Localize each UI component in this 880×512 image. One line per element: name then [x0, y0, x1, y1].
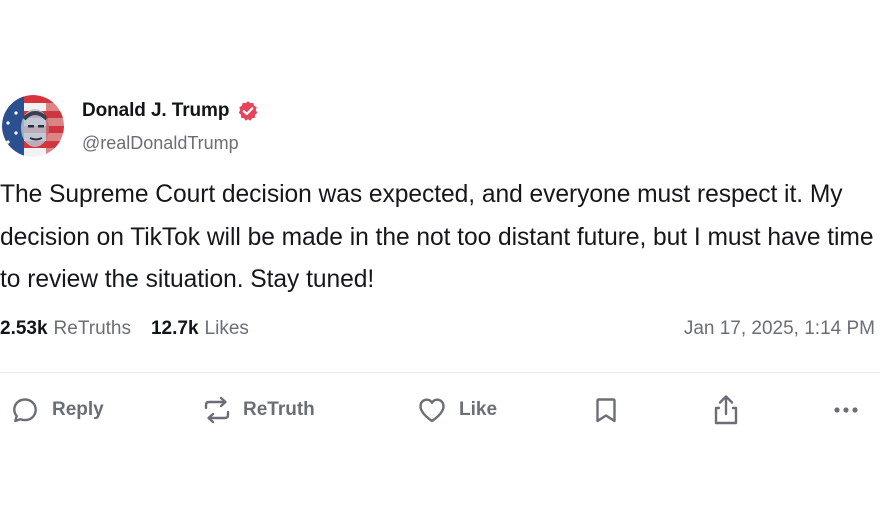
author-display-name[interactable]: Donald J. Trump	[82, 100, 229, 122]
verified-badge-icon	[237, 100, 259, 122]
like-button[interactable]: Like	[416, 390, 497, 430]
author-name-row: Donald J. Trump	[82, 98, 259, 124]
post-stats: 2.53k ReTruths 12.7k Likes Jan 17, 2025,…	[0, 316, 875, 342]
avatar-image	[2, 95, 64, 157]
post-text: The Supreme Court decision was expected,…	[0, 181, 874, 293]
bookmark-button[interactable]	[591, 390, 621, 430]
reply-label: Reply	[52, 399, 104, 420]
bookmark-icon	[591, 394, 621, 426]
author-handle[interactable]: @realDonaldTrump	[82, 133, 239, 154]
action-bar: Reply ReTruth Like	[0, 390, 880, 430]
heart-icon	[416, 394, 448, 426]
more-dots-icon	[830, 394, 864, 426]
reply-button[interactable]: Reply	[9, 390, 104, 430]
post-timestamp[interactable]: Jan 17, 2025, 1:14 PM	[684, 318, 875, 340]
divider	[0, 372, 880, 373]
retruths-count[interactable]: 2.53k	[0, 318, 48, 340]
share-icon	[710, 393, 742, 427]
likes-count[interactable]: 12.7k	[151, 318, 199, 340]
retruth-arrows-icon	[200, 394, 234, 426]
retruth-button[interactable]: ReTruth	[200, 390, 315, 430]
truth-post: Donald J. Trump @realDonaldTrump The Sup…	[0, 0, 880, 512]
reply-bubble-icon	[9, 394, 41, 426]
more-button[interactable]	[830, 390, 864, 430]
like-label: Like	[459, 399, 498, 420]
avatar[interactable]	[2, 95, 64, 157]
share-button[interactable]	[710, 390, 742, 430]
retruth-label: ReTruth	[243, 399, 315, 420]
likes-label[interactable]: Likes	[205, 318, 249, 340]
retruths-label[interactable]: ReTruths	[54, 318, 131, 340]
